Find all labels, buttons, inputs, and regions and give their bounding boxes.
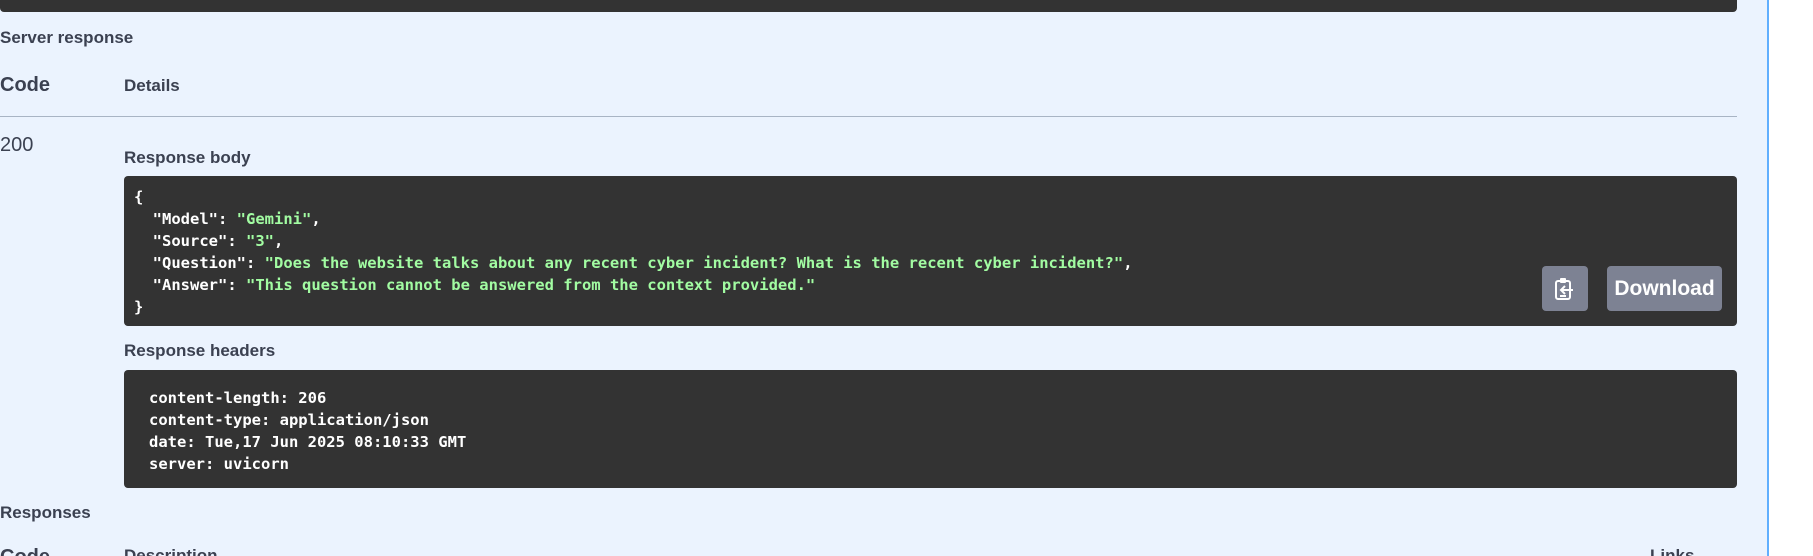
json-separator: : bbox=[245, 254, 265, 272]
response-headers-title: Response headers bbox=[124, 341, 276, 360]
json-key: "Answer" bbox=[134, 276, 228, 294]
json-key: "Model" bbox=[134, 210, 218, 228]
json-separator: : bbox=[218, 210, 237, 228]
response-headers-code[interactable]: content-length: 206 content-type: applic… bbox=[124, 370, 1737, 488]
table-divider bbox=[0, 116, 1737, 117]
json-line: "Answer": "This question cannot be answe… bbox=[134, 274, 1737, 296]
json-value: "3" bbox=[246, 232, 274, 250]
responses-links-column-header: Links bbox=[1650, 546, 1695, 556]
response-status-code: 200 bbox=[0, 134, 34, 156]
json-value: "Does the website talks about any recent… bbox=[264, 254, 1124, 272]
operation-panel: Server response Code Details 200 Respons… bbox=[0, 0, 1769, 556]
json-comma: , bbox=[274, 232, 284, 250]
json-line: "Model": "Gemini", bbox=[134, 208, 1737, 230]
json-line: "Source": "3", bbox=[134, 230, 1737, 252]
header-line: content-type: application/json bbox=[149, 411, 429, 429]
header-line: content-length: 206 bbox=[149, 389, 327, 407]
header-line: server: uvicorn bbox=[149, 455, 289, 473]
json-value: "Gemini" bbox=[236, 210, 312, 228]
json-brace: { bbox=[134, 188, 144, 206]
download-button[interactable]: Download bbox=[1607, 266, 1722, 311]
responses-title: Responses bbox=[0, 503, 91, 522]
clipboard-copy-icon bbox=[1555, 277, 1573, 300]
json-separator: : bbox=[227, 276, 246, 294]
responses-code-column-header: Code bbox=[0, 546, 50, 556]
request-code-block bbox=[0, 0, 1737, 12]
json-key: "Source" bbox=[134, 232, 228, 250]
json-brace: } bbox=[134, 298, 144, 316]
server-response-title: Server response bbox=[0, 28, 134, 47]
json-key: "Question" bbox=[134, 254, 246, 272]
json-line: } bbox=[134, 296, 1737, 318]
response-body-code[interactable]: { "Model": "Gemini", "Source": "3", "Que… bbox=[124, 176, 1737, 326]
json-line: { bbox=[134, 186, 1737, 208]
copy-to-clipboard-button[interactable] bbox=[1542, 266, 1588, 311]
json-comma: , bbox=[311, 210, 321, 228]
code-column-header: Code bbox=[0, 74, 50, 96]
responses-description-column-header: Description bbox=[124, 546, 218, 556]
json-value: "This question cannot be answered from t… bbox=[246, 276, 816, 294]
details-column-header: Details bbox=[124, 76, 180, 95]
response-body-title: Response body bbox=[124, 148, 251, 167]
header-line: date: Tue,17 Jun 2025 08:10:33 GMT bbox=[149, 433, 467, 451]
json-comma: , bbox=[1123, 254, 1133, 272]
json-separator: : bbox=[227, 232, 246, 250]
json-line: "Question": "Does the website talks abou… bbox=[134, 252, 1737, 274]
